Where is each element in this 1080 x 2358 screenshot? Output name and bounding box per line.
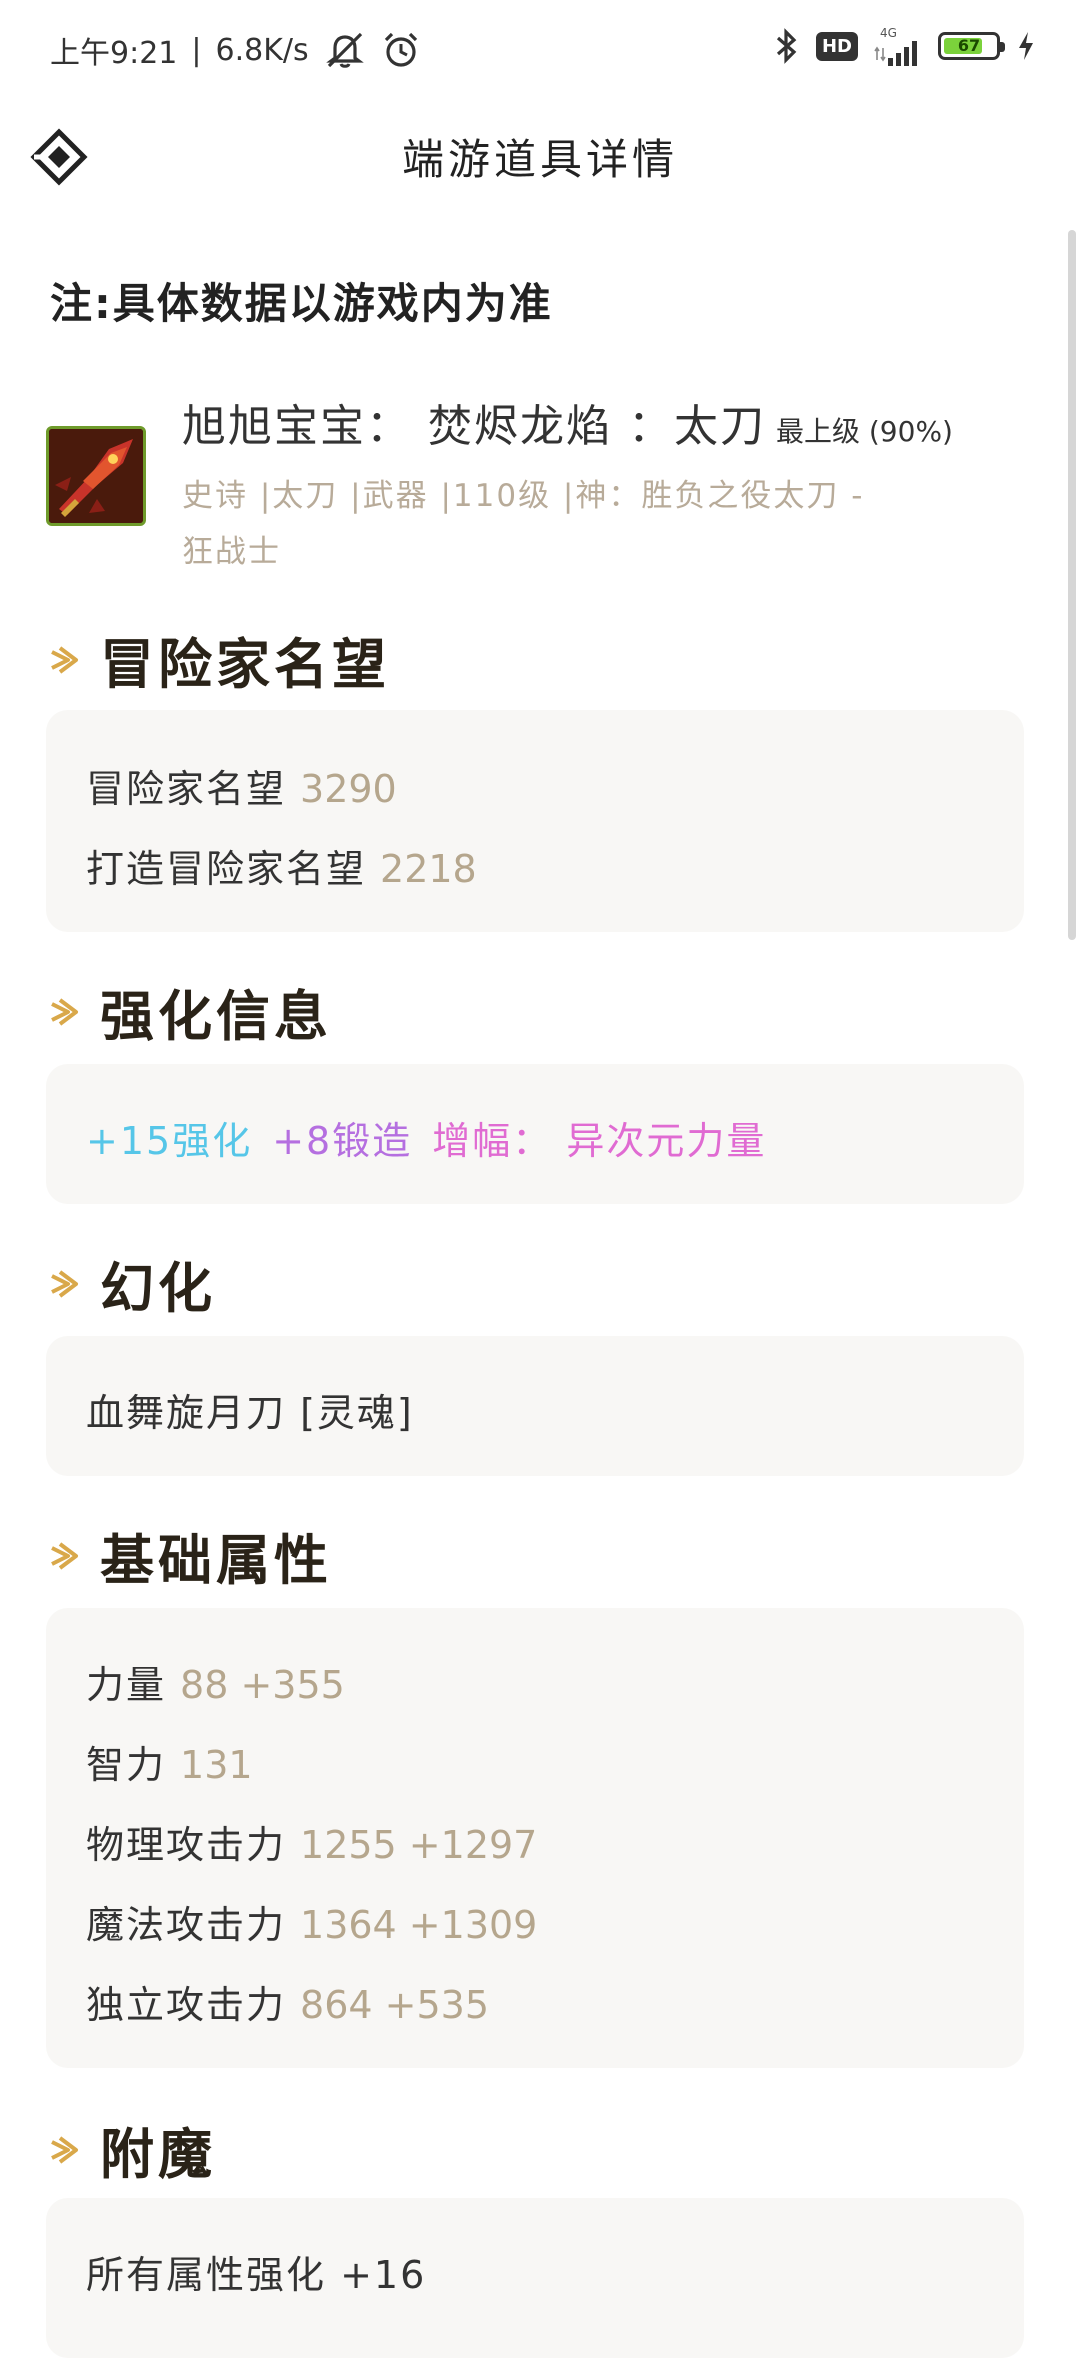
- enchant-card: 所有属性强化 +16: [46, 2198, 1024, 2358]
- dragon-sword-icon: [49, 429, 143, 523]
- alarm-icon: [384, 32, 417, 67]
- section-title-text: 冒险家名望: [100, 633, 390, 696]
- row-label: 独立攻击力: [86, 1983, 287, 2027]
- section-title-text: 基础属性: [100, 1529, 332, 1592]
- scrollbar[interactable]: [1068, 230, 1076, 940]
- row-label: 打造冒险家名望: [86, 847, 367, 891]
- forge-level: +8锻造: [272, 1119, 413, 1163]
- section-base-stats-title: 基础属性: [46, 1516, 332, 1595]
- row-label: 智力: [86, 1743, 167, 1787]
- reinforce-level: +15强化: [86, 1119, 253, 1163]
- mute-icon: [325, 32, 364, 68]
- section-title-text: 附魔: [100, 2123, 216, 2186]
- status-right: HD 4G 67: [772, 26, 1036, 66]
- item-name: 旭旭宝宝： 焚烬龙焰 ：太刀 最上级 (90%): [182, 390, 953, 454]
- section-title-text: 幻化: [100, 1257, 216, 1320]
- disclaimer-note: 注:具体数据以游戏内为准: [50, 279, 553, 328]
- network-type: 4G: [880, 26, 897, 40]
- arrow-right-icon: [51, 645, 78, 674]
- hd-badge: HD: [815, 31, 858, 61]
- item-meta: 史诗 |太刀 |武器 |110级 |神：胜负之役太刀 -: [182, 478, 865, 514]
- row-label: 力量: [86, 1663, 167, 1707]
- page-title: 端游道具详情: [401, 135, 678, 184]
- battery-icon: 67: [938, 32, 1005, 60]
- item-name-text: 旭旭宝宝： 焚烬龙焰 ：太刀: [182, 401, 766, 452]
- stat-row: 物理攻击力 1255 +1297: [86, 1814, 537, 1869]
- transmog-value: 血舞旋月刀 [灵魂]: [86, 1391, 414, 1435]
- item-icon: [46, 426, 146, 526]
- section-transmog-title: 幻化: [46, 1244, 216, 1323]
- app-header: 端游道具详情: [0, 96, 1080, 216]
- stat-row: 魔法攻击力 1364 +1309: [86, 1894, 537, 1949]
- enchant-row: 所有属性强化 +16: [86, 2253, 427, 2297]
- transmog-card: 血舞旋月刀 [灵魂]: [46, 1336, 1024, 1476]
- signal-icon: [874, 41, 917, 66]
- status-divider: |: [191, 32, 202, 68]
- stat-row: 力量 88 +355: [86, 1654, 345, 1709]
- reputation-row: 打造冒险家名望 2218: [86, 838, 477, 893]
- status-net-speed: 6.8K/s: [215, 32, 309, 68]
- row-value: 88 +355: [180, 1663, 345, 1707]
- row-value: 131: [180, 1743, 253, 1787]
- charging-icon: [1019, 32, 1033, 60]
- row-label: 冒险家名望: [86, 767, 287, 811]
- item-grade: 最上级 (90%): [775, 415, 953, 448]
- status-bar: 上午9:21 | 6.8K/s HD 4G 67: [0, 0, 1080, 96]
- reputation-card: 冒险家名望 3290 打造冒险家名望 2218: [46, 710, 1024, 932]
- stat-row: 独立攻击力 864 +535: [86, 1974, 489, 2029]
- row-value: 864 +535: [300, 1983, 489, 2027]
- row-label: 物理攻击力: [86, 1823, 287, 1867]
- battery-level: 67: [957, 36, 981, 55]
- row-value: 3290: [300, 767, 397, 811]
- arrow-right-icon: [51, 997, 78, 1026]
- section-enhance-title: 强化信息: [46, 972, 332, 1051]
- enhance-card: +15强化 +8锻造 增幅： 异次元力量: [46, 1064, 1024, 1204]
- enhance-row: +15强化 +8锻造 增幅： 异次元力量: [86, 1110, 766, 1165]
- section-reputation-title: 冒险家名望: [46, 620, 390, 699]
- section-title-text: 强化信息: [100, 985, 332, 1048]
- arrow-right-icon: [51, 2135, 78, 2164]
- amplify-info: 增幅： 异次元力量: [432, 1119, 767, 1163]
- status-time: 上午9:21: [50, 36, 178, 71]
- arrow-right-icon: [51, 1541, 78, 1570]
- arrow-right-icon: [51, 1269, 78, 1298]
- item-meta-class: 狂战士: [182, 534, 281, 570]
- section-enchant-title: 附魔: [46, 2110, 216, 2189]
- row-value: 1364 +1309: [300, 1903, 538, 1947]
- row-value: 1255 +1297: [300, 1823, 538, 1867]
- signal-group: 4G: [874, 26, 922, 66]
- status-left: 上午9:21 | 6.8K/s: [50, 28, 421, 72]
- reputation-row: 冒险家名望 3290: [86, 758, 397, 813]
- base-stats-card: 力量 88 +355 智力 131 物理攻击力 1255 +1297 魔法攻击力 136…: [46, 1608, 1024, 2068]
- row-label: 魔法攻击力: [86, 1903, 287, 1947]
- bluetooth-icon: [776, 28, 797, 64]
- row-value: 2218: [380, 847, 477, 891]
- stat-row: 智力 131: [86, 1734, 253, 1789]
